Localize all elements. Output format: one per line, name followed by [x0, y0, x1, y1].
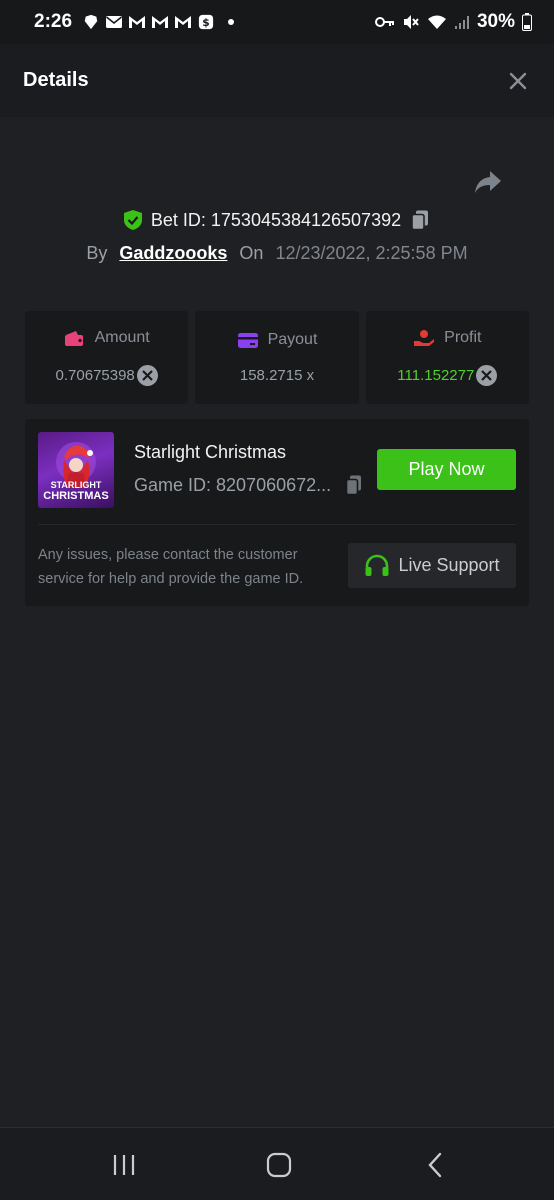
- battery-percent: 30%: [476, 11, 515, 32]
- coin-icon: [136, 365, 158, 386]
- card-icon: [237, 333, 258, 348]
- stats-row: Amount 0.70675398 Payout 158.2715 x Prof…: [25, 311, 529, 404]
- divider: [38, 524, 516, 525]
- share-icon: [475, 171, 501, 193]
- bet-id-row: Bet ID: 1753045384126507392: [0, 205, 554, 235]
- amount-value-row: 0.70675398: [56, 365, 158, 386]
- gmail-icon: [175, 16, 192, 28]
- game-title: Starlight Christmas: [134, 442, 287, 462]
- thumb-line-1: STARLIGHT: [50, 480, 102, 490]
- bet-date: 12/23/2022, 2:25:58 PM: [275, 242, 468, 263]
- game-thumbnail[interactable]: STARLIGHT CHRISTMAS: [38, 432, 114, 508]
- thumb-line-2: CHRISTMAS: [43, 490, 109, 502]
- copy-icon: [345, 475, 361, 496]
- page-title: Details: [23, 69, 89, 91]
- system-nav-bar: [0, 1127, 554, 1200]
- profit-header: Profit: [413, 329, 481, 347]
- play-now-button[interactable]: Play Now: [377, 449, 516, 490]
- close-icon: [509, 72, 527, 89]
- back-icon: [428, 1152, 442, 1178]
- profit-card: Profit 111.152277: [365, 311, 529, 404]
- payout-value: 158.2715 x: [239, 367, 315, 384]
- verified-shield-icon: [123, 210, 142, 230]
- details-header: Details: [0, 44, 554, 117]
- payout-label: Payout: [267, 331, 318, 348]
- live-support-label: Live Support: [398, 555, 500, 575]
- amount-header: Amount: [64, 329, 150, 347]
- copy-icon: [411, 210, 429, 231]
- gmail-icon: [152, 16, 169, 28]
- amount-card: Amount 0.70675398: [25, 311, 189, 404]
- payout-card: Payout 158.2715 x: [195, 311, 359, 404]
- home-icon: [266, 1152, 292, 1178]
- bet-meta-row: By Gaddzoooks On 12/23/2022, 2:25:58 PM: [0, 239, 554, 267]
- brave-icon: [84, 14, 98, 30]
- svg-text:$: $: [202, 16, 209, 29]
- profit-value-row: 111.152277: [397, 365, 498, 386]
- back-button[interactable]: [415, 1150, 455, 1180]
- payout-value-row: 158.2715 x: [240, 367, 314, 384]
- coin-icon: [476, 365, 498, 386]
- username-link[interactable]: Gaddzoooks: [119, 243, 227, 264]
- signal-icon: [454, 16, 469, 29]
- game-thumbnail-text: STARLIGHT CHRISTMAS: [38, 480, 114, 503]
- key-icon: [374, 17, 394, 27]
- live-support-button[interactable]: Live Support: [348, 543, 516, 588]
- game-id-row: Game ID: 8207060672...: [134, 474, 366, 496]
- recent-apps-button[interactable]: [104, 1150, 144, 1180]
- on-label: On: [239, 242, 264, 263]
- game-id: Game ID: 8207060672...: [134, 474, 332, 495]
- battery-icon: [522, 13, 532, 31]
- notification-dot: [228, 19, 235, 25]
- system-icons: 30%: [374, 11, 532, 33]
- by-label: By: [86, 242, 108, 263]
- game-card: STARLIGHT CHRISTMAS Starlight Christmas …: [25, 419, 529, 606]
- support-help-text: Any issues, please contact the customer …: [38, 547, 304, 587]
- mute-icon: [403, 15, 419, 29]
- copy-game-id-button[interactable]: [344, 474, 366, 496]
- amount-label: Amount: [94, 329, 150, 346]
- profit-hand-icon: [414, 330, 435, 346]
- headphones-icon: [365, 554, 389, 576]
- cash-app-icon: $: [198, 14, 214, 30]
- share-button[interactable]: [473, 168, 503, 196]
- status-time: 2:26: [34, 11, 73, 32]
- notification-icons: $: [82, 14, 235, 30]
- close-button[interactable]: [505, 68, 531, 94]
- home-button[interactable]: [259, 1150, 299, 1180]
- profit-label: Profit: [444, 329, 482, 346]
- status-bar: 2:26 $ 30%: [0, 0, 554, 44]
- amount-value: 0.70675398: [55, 367, 135, 384]
- payout-header: Payout: [237, 331, 318, 349]
- gmail-icon: [129, 16, 146, 28]
- recent-apps-icon: [113, 1155, 135, 1175]
- bet-id: Bet ID: 1753045384126507392: [150, 209, 402, 230]
- wifi-icon: [427, 15, 446, 29]
- wallet-icon: [64, 331, 83, 346]
- mail-icon: [106, 16, 123, 28]
- profit-value: 111.152277: [397, 367, 475, 384]
- copy-bet-id-button[interactable]: [409, 209, 431, 231]
